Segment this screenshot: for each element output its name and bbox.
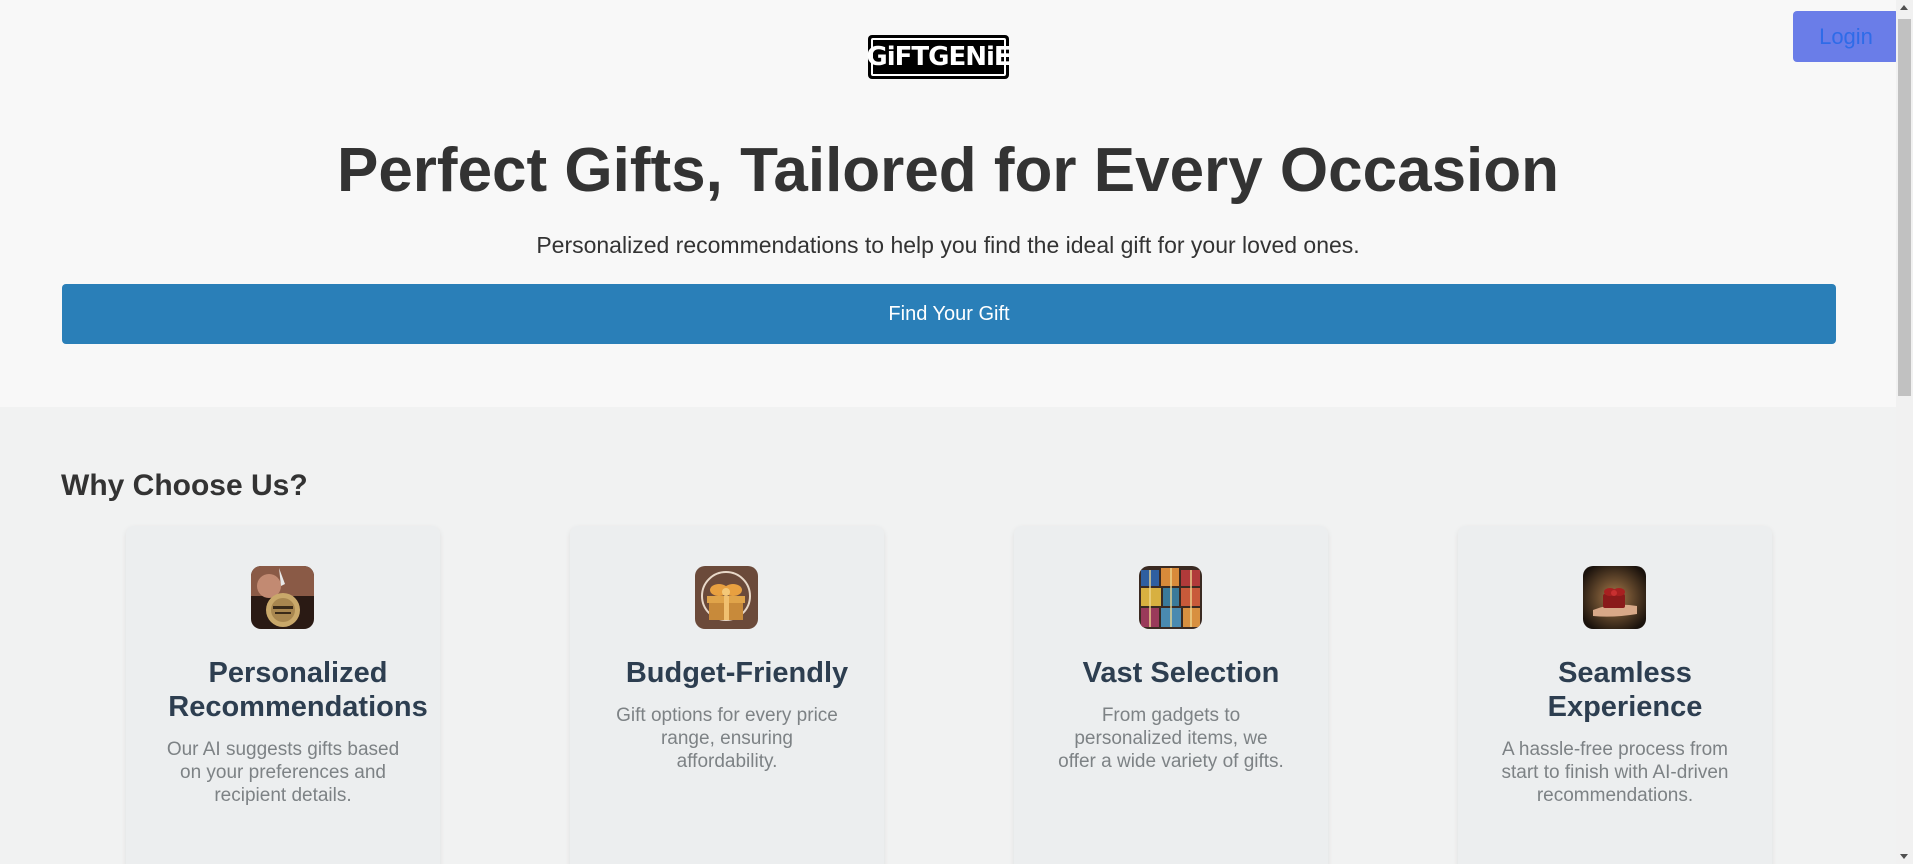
scrollbar-thumb[interactable] [1898,19,1911,396]
feature-card-selection: Vast Selection From gadgets to personali… [1014,526,1328,864]
card-description: From gadgets to personalized items, we o… [1058,705,1284,772]
hero-section: GiFTGENiE Perfect Gifts, Tailored for Ev… [0,0,1896,407]
card-title: Seamless Experience [1547,657,1703,723]
hero-title: Perfect Gifts, Tailored for Every Occasi… [336,136,1560,205]
card-description: Our AI suggests gifts based on your pref… [166,739,400,806]
gift-in-hand-icon [1583,566,1646,629]
find-your-gift-button[interactable]: Find Your Gift [62,284,1836,344]
card-title: Vast Selection [1082,657,1280,689]
logo-text: GiFTGENiE [866,38,1012,76]
feature-card-seamless: Seamless Experience A hassle-free proces… [1458,526,1772,864]
card-description: A hassle-free process from start to fini… [1501,739,1729,806]
card-description: Gift options for every price range, ensu… [616,705,838,772]
feature-card-budget: Budget-Friendly Gift options for every p… [570,526,884,864]
gift-box-icon [695,566,758,629]
hero-subtitle: Personalized recommendations to help you… [536,232,1360,258]
medal-icon [251,566,314,629]
login-button[interactable]: Login [1793,11,1899,62]
site-logo[interactable]: GiFTGENiE [866,35,1012,79]
page-scrollbar[interactable] [1896,0,1913,864]
features-title: Why Choose Us? [61,469,308,502]
feature-card-personalized: Personalized Recommendations Our AI sugg… [126,526,440,864]
card-title: Budget-Friendly [625,657,849,689]
scroll-up-icon[interactable] [1900,5,1908,10]
gift-pile-icon [1139,566,1202,629]
card-title: Personalized Recommendations [168,657,428,723]
scroll-down-icon[interactable] [1900,854,1908,859]
